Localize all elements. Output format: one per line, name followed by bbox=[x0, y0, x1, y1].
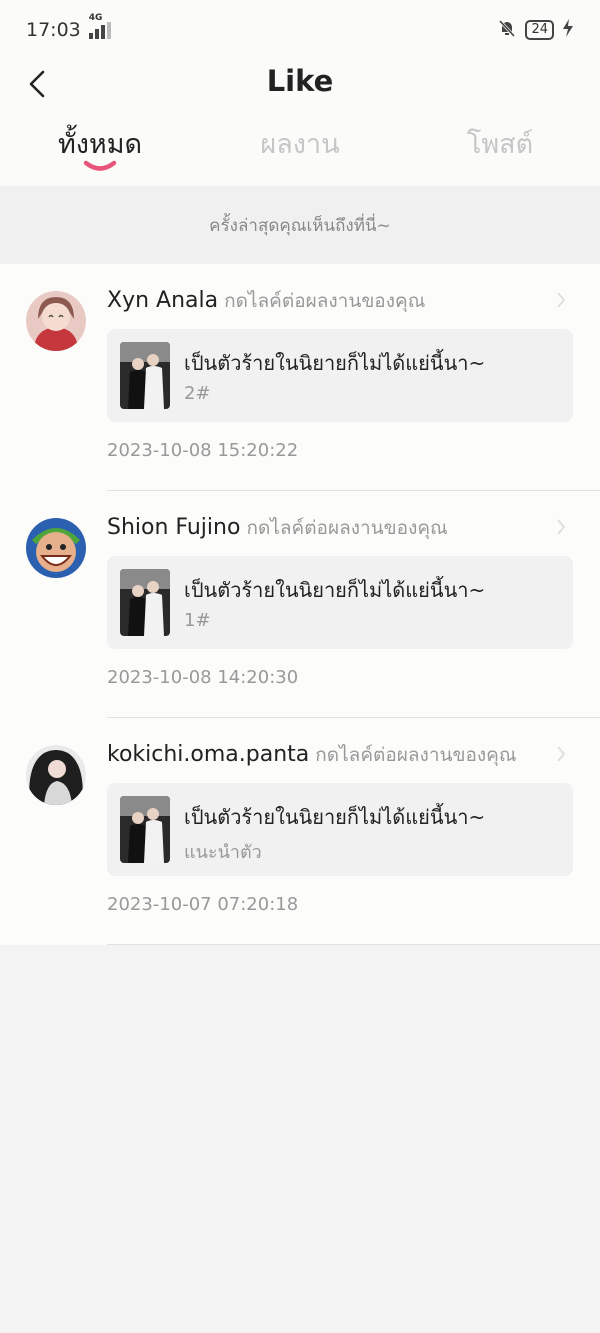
work-thumbnail bbox=[120, 342, 170, 409]
tab-bar: ทั้งหมด ผลงาน โพสต์ bbox=[0, 110, 600, 186]
work-thumbnail bbox=[120, 569, 170, 636]
like-action-text: กดไลค์ต่อผลงานของคุณ bbox=[224, 290, 426, 312]
work-title: เป็นตัวร้ายในนิยายก็ไม่ได้แย่นี้นา~ bbox=[184, 578, 486, 602]
work-thumbnail bbox=[120, 796, 170, 863]
timestamp: 2023-10-08 15:20:22 bbox=[107, 440, 299, 461]
work-card[interactable]: เป็นตัวร้ายในนิยายก็ไม่ได้แย่นี้นา~ แนะน… bbox=[107, 783, 573, 876]
username[interactable]: Xyn Anala bbox=[107, 288, 218, 313]
tab-all[interactable]: ทั้งหมด bbox=[0, 110, 200, 186]
work-chapter: 1# bbox=[184, 610, 211, 631]
timestamp: 2023-10-08 14:20:30 bbox=[107, 667, 299, 688]
work-chapter: 2# bbox=[184, 383, 211, 404]
tab-works[interactable]: ผลงาน bbox=[200, 110, 400, 186]
status-bar: 17:03 4G 24 bbox=[0, 0, 600, 60]
like-action-text: กดไลค์ต่อผลงานของคุณ bbox=[246, 517, 448, 539]
chevron-right-icon[interactable] bbox=[556, 745, 566, 763]
charging-icon bbox=[562, 18, 574, 42]
tab-posts[interactable]: โพสต์ bbox=[400, 110, 600, 186]
chevron-right-icon[interactable] bbox=[556, 518, 566, 536]
work-title: เป็นตัวร้ายในนิยายก็ไม่ได้แย่นี้นา~ bbox=[184, 805, 486, 829]
network-type: 4G bbox=[88, 12, 103, 23]
tab-posts-label: โพสต์ bbox=[466, 129, 534, 160]
chevron-right-icon[interactable] bbox=[556, 291, 566, 309]
username[interactable]: kokichi.oma.panta bbox=[107, 742, 309, 767]
active-tab-indicator bbox=[83, 160, 117, 171]
list-item[interactable]: Shion Fujino กดไลค์ต่อผลงานของคุณ เป็นตัว… bbox=[0, 491, 600, 718]
tab-works-label: ผลงาน bbox=[260, 129, 340, 160]
username-line: kokichi.oma.panta กดไลค์ต่อผลงานของคุณ bbox=[107, 740, 517, 770]
nav-bar: Like bbox=[0, 60, 600, 110]
username-line: Xyn Anala กดไลค์ต่อผลงานของคุณ bbox=[107, 286, 425, 316]
battery-icon: 24 bbox=[525, 20, 554, 40]
mute-bell-icon bbox=[497, 18, 517, 43]
top-area: 17:03 4G 24 Like ทั้งหมด ผลงาน โพสต์ bbox=[0, 0, 600, 186]
page-title: Like bbox=[266, 64, 334, 98]
tab-all-label: ทั้งหมด bbox=[57, 129, 143, 160]
avatar[interactable] bbox=[26, 745, 86, 805]
list-item[interactable]: Xyn Anala กดไลค์ต่อผลงานของคุณ เป็นตัวร้า… bbox=[0, 264, 600, 491]
status-time: 17:03 bbox=[26, 19, 81, 41]
avatar[interactable] bbox=[26, 291, 86, 351]
like-list: Xyn Anala กดไลค์ต่อผลงานของคุณ เป็นตัวร้า… bbox=[0, 264, 600, 945]
username-line: Shion Fujino กดไลค์ต่อผลงานของคุณ bbox=[107, 513, 448, 543]
last-seen-notice: ครั้งล่าสุดคุณเห็นถึงที่นี่~ bbox=[0, 186, 600, 264]
signal-icon: 4G bbox=[88, 13, 111, 39]
work-chapter: แนะนำตัว bbox=[184, 842, 262, 863]
like-action-text: กดไลค์ต่อผลงานของคุณ bbox=[315, 744, 517, 766]
work-card[interactable]: เป็นตัวร้ายในนิยายก็ไม่ได้แย่นี้นา~ 2# bbox=[107, 329, 573, 422]
username[interactable]: Shion Fujino bbox=[107, 515, 240, 540]
work-card[interactable]: เป็นตัวร้ายในนิยายก็ไม่ได้แย่นี้นา~ 1# bbox=[107, 556, 573, 649]
list-item[interactable]: kokichi.oma.panta กดไลค์ต่อผลงานของคุณ เป… bbox=[0, 718, 600, 945]
work-title: เป็นตัวร้ายในนิยายก็ไม่ได้แย่นี้นา~ bbox=[184, 351, 486, 375]
timestamp: 2023-10-07 07:20:18 bbox=[107, 894, 299, 915]
avatar[interactable] bbox=[26, 518, 86, 578]
divider bbox=[107, 944, 600, 945]
